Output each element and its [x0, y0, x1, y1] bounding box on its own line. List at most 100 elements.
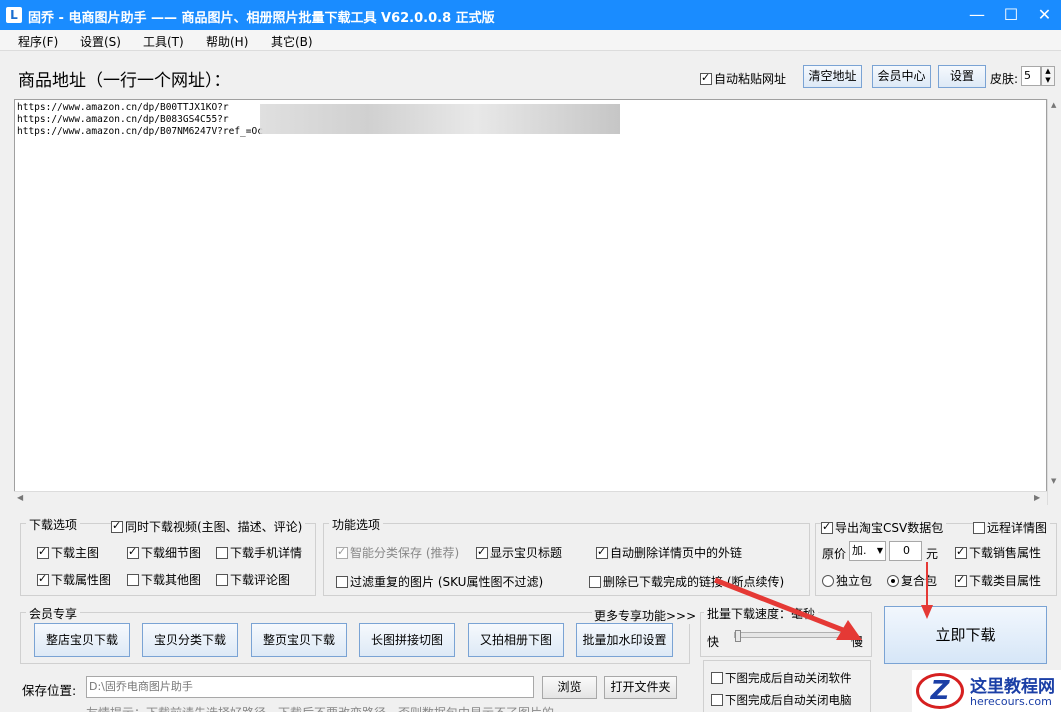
check-icon: [111, 519, 123, 533]
youpai-album-button[interactable]: 又拍相册下图: [468, 623, 564, 657]
download-video-checkbox[interactable]: 同时下载视频(主图、描述、评论): [111, 518, 306, 535]
remove-links-label: 自动删除详情页中的外链: [610, 546, 743, 560]
radio-icon: [887, 575, 899, 587]
check-icon: [127, 574, 139, 586]
category-attr-checkbox[interactable]: 下载类目属性: [955, 572, 1041, 589]
shop-download-button[interactable]: 整店宝贝下载: [34, 623, 130, 657]
speed-title: 批量下载速度：毫秒: [704, 605, 819, 622]
maximize-button[interactable]: ☐: [994, 0, 1028, 30]
price-label: 原价: [822, 547, 847, 561]
radio-icon: [822, 575, 834, 587]
check-icon: [336, 545, 348, 559]
save-path-input[interactable]: D:\固乔电商图片助手: [86, 676, 534, 698]
attr-image-checkbox[interactable]: 下载属性图: [37, 571, 111, 588]
speed-slider[interactable]: [734, 630, 844, 642]
single-package-radio[interactable]: 独立包: [822, 572, 872, 589]
page-download-button[interactable]: 整页宝贝下载: [251, 623, 347, 657]
browse-button[interactable]: 浏览: [542, 676, 597, 699]
other-image-checkbox[interactable]: 下载其他图: [127, 571, 201, 588]
download-now-button[interactable]: 立即下载: [884, 606, 1047, 664]
check-icon: [216, 547, 228, 559]
speed-fast-label: 快: [707, 635, 720, 649]
member-center-button[interactable]: 会员中心: [872, 65, 931, 88]
speed-title-text: 批量下载速度：: [707, 607, 792, 621]
main-image-checkbox[interactable]: 下载主图: [37, 544, 99, 561]
combo-package-radio[interactable]: 复合包: [887, 572, 937, 589]
url-box-label: 商品地址（一行一个网址）：: [18, 71, 231, 91]
auto-shutdown-checkbox[interactable]: 下图完成后自动关闭电脑: [711, 692, 852, 708]
chevron-down-icon: ▼: [876, 546, 883, 555]
clear-urls-button[interactable]: 清空地址: [803, 65, 862, 88]
menu-tools[interactable]: 工具(T): [143, 33, 184, 50]
price-value-input[interactable]: 0: [889, 541, 922, 561]
attr-image-label: 下载属性图: [51, 573, 112, 587]
spinner-arrows-icon[interactable]: ▲ ▼: [1041, 66, 1055, 86]
url-line: https://www.amazon.cn/dp/B07NM6247V?ref_…: [17, 126, 263, 137]
auto-shutdown-label: 下图完成后自动关闭电脑: [725, 693, 852, 707]
filter-duplicate-checkbox[interactable]: 过滤重复的图片 (SKU属性图不过滤): [336, 573, 543, 590]
mobile-detail-checkbox[interactable]: 下载手机详情: [216, 544, 302, 561]
check-icon: [973, 522, 985, 534]
menu-other[interactable]: 其它(B): [271, 33, 313, 50]
price-operator-select[interactable]: 加. ▼: [849, 541, 886, 561]
remote-detail-label: 远程详情图: [987, 521, 1048, 535]
check-icon: [711, 694, 723, 706]
url-textarea[interactable]: https://www.amazon.cn/dp/B00TTJX1KO?r ht…: [14, 99, 1047, 505]
app-icon: L: [6, 7, 22, 23]
skin-spinner[interactable]: 5: [1021, 66, 1041, 86]
download-video-label: 同时下载视频(主图、描述、评论): [125, 520, 303, 534]
menu-help[interactable]: 帮助(H): [206, 33, 248, 50]
show-title-label: 显示宝贝标题: [490, 546, 563, 560]
menu-program[interactable]: 程序(F): [18, 33, 58, 50]
long-image-button[interactable]: 长图拼接切图: [359, 623, 455, 657]
export-csv-label: 导出淘宝CSV数据包: [835, 521, 944, 535]
check-icon: [216, 574, 228, 586]
scroll-right-icon[interactable]: ▶: [1034, 493, 1040, 502]
speed-slow-label: 慢: [851, 635, 864, 649]
auto-close-app-checkbox[interactable]: 下图完成后自动关闭软件: [711, 670, 852, 686]
check-icon: [127, 545, 139, 559]
scroll-down-icon[interactable]: ▼: [1051, 477, 1056, 485]
check-icon: [336, 576, 348, 588]
close-button[interactable]: ✕: [1028, 0, 1061, 30]
slider-thumb[interactable]: [735, 630, 741, 642]
auto-close-app-label: 下图完成后自动关闭软件: [725, 671, 852, 685]
open-folder-button[interactable]: 打开文件夹: [604, 676, 677, 699]
scroll-left-icon[interactable]: ◀: [17, 493, 23, 502]
sales-attr-label: 下载销售属性: [969, 546, 1042, 560]
remove-done-checkbox[interactable]: 删除已下载完成的链接 (断点续传): [589, 573, 784, 590]
category-download-button[interactable]: 宝贝分类下载: [142, 623, 238, 657]
window-title: 固乔 - 电商图片助手 —— 商品图片、相册照片批量下载工具 V62.0.0.8…: [28, 11, 495, 26]
member-group-title: 会员专享: [26, 605, 81, 622]
other-image-label: 下载其他图: [141, 573, 202, 587]
detail-image-label: 下载细节图: [141, 546, 202, 560]
remote-detail-checkbox[interactable]: 远程详情图: [973, 519, 1051, 536]
export-csv-checkbox[interactable]: 导出淘宝CSV数据包: [821, 519, 947, 536]
price-unit: 元: [926, 547, 939, 561]
check-icon: [37, 545, 49, 559]
blurred-region: [260, 104, 620, 134]
sales-attr-checkbox[interactable]: 下载销售属性: [955, 544, 1041, 561]
url-line: https://www.amazon.cn/dp/B00TTJX1KO?r: [17, 102, 229, 113]
remove-links-checkbox[interactable]: 自动删除详情页中的外链: [596, 544, 742, 561]
detail-image-checkbox[interactable]: 下载细节图: [127, 544, 201, 561]
check-icon: [596, 545, 608, 559]
horizontal-scrollbar[interactable]: ◀ ▶: [14, 491, 1047, 505]
vertical-scrollbar[interactable]: ▲ ▼: [1047, 99, 1061, 505]
review-image-checkbox[interactable]: 下载评论图: [216, 571, 290, 588]
filter-duplicate-label: 过滤重复的图片 (SKU属性图不过滤): [350, 575, 544, 589]
settings-button[interactable]: 设置: [938, 65, 986, 88]
check-icon: [955, 545, 967, 559]
check-icon: [711, 672, 723, 684]
menu-settings[interactable]: 设置(S): [80, 33, 121, 50]
auto-paste-label: 自动粘贴网址: [714, 72, 787, 86]
check-icon: [476, 545, 488, 559]
smart-save-checkbox[interactable]: 智能分类保存 (推荐): [336, 544, 459, 561]
auto-paste-checkbox[interactable]: 自动粘贴网址: [700, 70, 786, 87]
more-features-link[interactable]: 更多专享功能>>>: [592, 607, 699, 624]
scroll-up-icon[interactable]: ▲: [1051, 101, 1056, 109]
minimize-button[interactable]: —: [960, 0, 994, 30]
watermark-logo: Z: [916, 673, 964, 709]
watermark-settings-button[interactable]: 批量加水印设置: [576, 623, 673, 657]
show-title-checkbox[interactable]: 显示宝贝标题: [476, 544, 562, 561]
